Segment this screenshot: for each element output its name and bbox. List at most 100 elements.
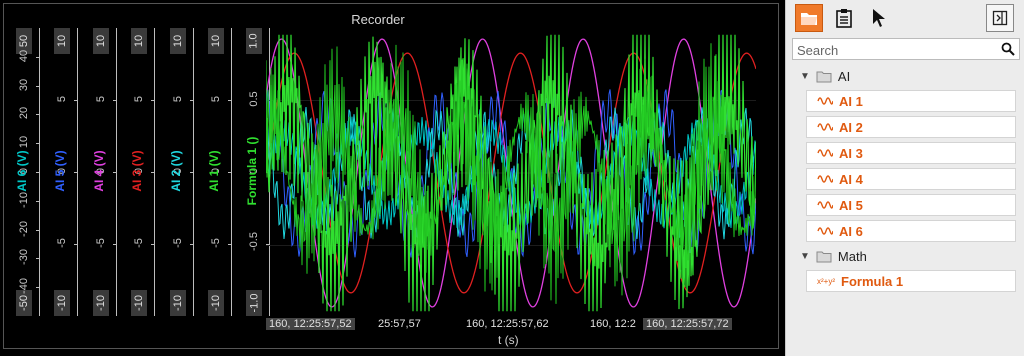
channel-item-label: AI 3	[839, 145, 863, 161]
channel-item-label: AI 6	[839, 223, 863, 239]
axis-tick	[36, 143, 40, 144]
tree-group-math[interactable]: ▼ Math	[800, 246, 867, 266]
channel-item-label: AI 5	[839, 197, 863, 213]
channel-item-ai-6[interactable]: AI 6	[806, 220, 1016, 242]
axis-tick	[74, 172, 78, 173]
axis-name: AI 6 (V)	[15, 150, 29, 192]
axis-name: AI 2 (V)	[169, 150, 183, 192]
channel-sidebar: ▼ AI AI 1 AI 2 AI 3 AI 4 AI 5 AI 6 ▼ Math x²+y² For…	[785, 0, 1024, 356]
axis-tick	[151, 172, 155, 173]
axis-tick	[36, 172, 40, 173]
open-folder-icon	[801, 13, 817, 25]
channel-item-formula-1[interactable]: x²+y² Formula 1	[806, 270, 1016, 292]
axis-tick-label: -40	[18, 278, 30, 294]
pointer-icon	[873, 9, 885, 27]
dock-panel-button[interactable]	[986, 4, 1014, 32]
tree-group-ai[interactable]: ▼ AI	[800, 66, 850, 86]
axis-max-label: 1.0	[246, 28, 262, 54]
axis-tick	[74, 244, 78, 245]
axis-tick	[228, 100, 232, 101]
axis-tick-label: 5	[56, 95, 68, 103]
axis-tick	[74, 100, 78, 101]
axis-tick-label: 30	[18, 78, 30, 92]
axis-tick	[113, 172, 117, 173]
channel-item-ai-1[interactable]: AI 1	[806, 90, 1016, 112]
waveform-icon	[817, 173, 833, 185]
axis-min-label: -10	[170, 290, 186, 316]
time-label: 160, 12:2	[590, 318, 636, 330]
x-axis-label: t (s)	[498, 333, 519, 347]
axis-name: AI 3 (V)	[130, 150, 144, 192]
axis-min-label: -10	[131, 290, 147, 316]
axis-min-label: -1.0	[246, 290, 262, 316]
clipboard-button[interactable]	[830, 4, 858, 32]
caret-down-icon[interactable]: ▼	[800, 251, 810, 262]
axis-tick-label: 5	[172, 95, 184, 103]
axis-tick	[113, 100, 117, 101]
axis-name: Formula 1 ()	[245, 136, 259, 206]
time-label: 25:57,57	[378, 318, 421, 330]
axis-tick-label: 40	[18, 49, 30, 63]
search-input[interactable]	[795, 41, 995, 59]
formula-icon: x²+y²	[817, 276, 835, 286]
folder-icon	[816, 251, 832, 262]
axis-min-label: -10	[208, 290, 224, 316]
axis-tick	[36, 201, 40, 202]
axis-tick	[36, 230, 40, 231]
channel-item-ai-3[interactable]: AI 3	[806, 142, 1016, 164]
waveform-icon	[817, 121, 833, 133]
plot-area[interactable]	[266, 28, 756, 318]
axis-tick	[228, 172, 232, 173]
axis-tick	[190, 172, 194, 173]
pointer-button[interactable]	[865, 4, 893, 32]
axis-tick-label: -0.5	[248, 232, 260, 251]
sidebar-toolbar	[786, 0, 1024, 36]
search-icon[interactable]	[1001, 42, 1015, 56]
tree-group-label: AI	[837, 68, 851, 84]
axis-tick	[36, 287, 40, 288]
axis-tick	[190, 100, 194, 101]
search-box	[792, 38, 1020, 60]
axis-max-label: 10	[131, 28, 147, 54]
channel-item-ai-2[interactable]: AI 2	[806, 116, 1016, 138]
axis-tick-label: -5	[210, 238, 222, 248]
y-axis: 10 -10 5 0 -5 AI 2 (V)	[169, 28, 194, 316]
y-axis: 10 -10 5 0 -5 AI 4 (V)	[92, 28, 117, 316]
axis-tick	[36, 114, 40, 115]
time-label-start: 160, 12:25:57,52	[266, 318, 355, 330]
time-label: 160, 12:25:57,62	[466, 318, 549, 330]
channel-item-ai-5[interactable]: AI 5	[806, 194, 1016, 216]
waveform-icon	[817, 225, 833, 237]
waveform-icon	[817, 95, 833, 107]
axis-tick-label: -5	[95, 238, 107, 248]
dock-panel-icon	[992, 10, 1008, 26]
y-axis: 10 -10 5 0 -5 AI 1 (V)	[207, 28, 232, 316]
axis-max-label: 10	[93, 28, 109, 54]
caret-down-icon[interactable]: ▼	[800, 71, 810, 82]
channel-item-label: Formula 1	[841, 273, 904, 289]
axis-tick-label: 0.5	[248, 91, 260, 107]
channel-item-label: AI 2	[839, 119, 863, 135]
channel-item-ai-4[interactable]: AI 4	[806, 168, 1016, 190]
channel-item-label: AI 4	[839, 171, 863, 187]
axis-min-label: -10	[93, 290, 109, 316]
axis-name: AI 4 (V)	[92, 150, 106, 192]
axis-tick	[36, 57, 40, 58]
axis-max-label: 10	[170, 28, 186, 54]
recorder-title: Recorder	[351, 12, 405, 27]
axis-tick-label: -30	[18, 249, 30, 265]
y-axis: 10 -10 5 0 -5 AI 3 (V)	[130, 28, 155, 316]
axis-tick	[36, 86, 40, 87]
axis-name: AI 5 (V)	[53, 150, 67, 192]
axis-tick-label: -20	[18, 221, 30, 237]
axis-tick	[228, 244, 232, 245]
channel-item-label: AI 1	[839, 93, 863, 109]
open-folder-button[interactable]	[795, 4, 823, 32]
axis-max-label: 10	[208, 28, 224, 54]
axis-min-label: -10	[54, 290, 70, 316]
axis-tick	[36, 258, 40, 259]
clipboard-icon	[836, 9, 852, 28]
tree-group-label: Math	[837, 248, 867, 264]
waveform-icon	[817, 147, 833, 159]
axis-tick	[190, 244, 194, 245]
